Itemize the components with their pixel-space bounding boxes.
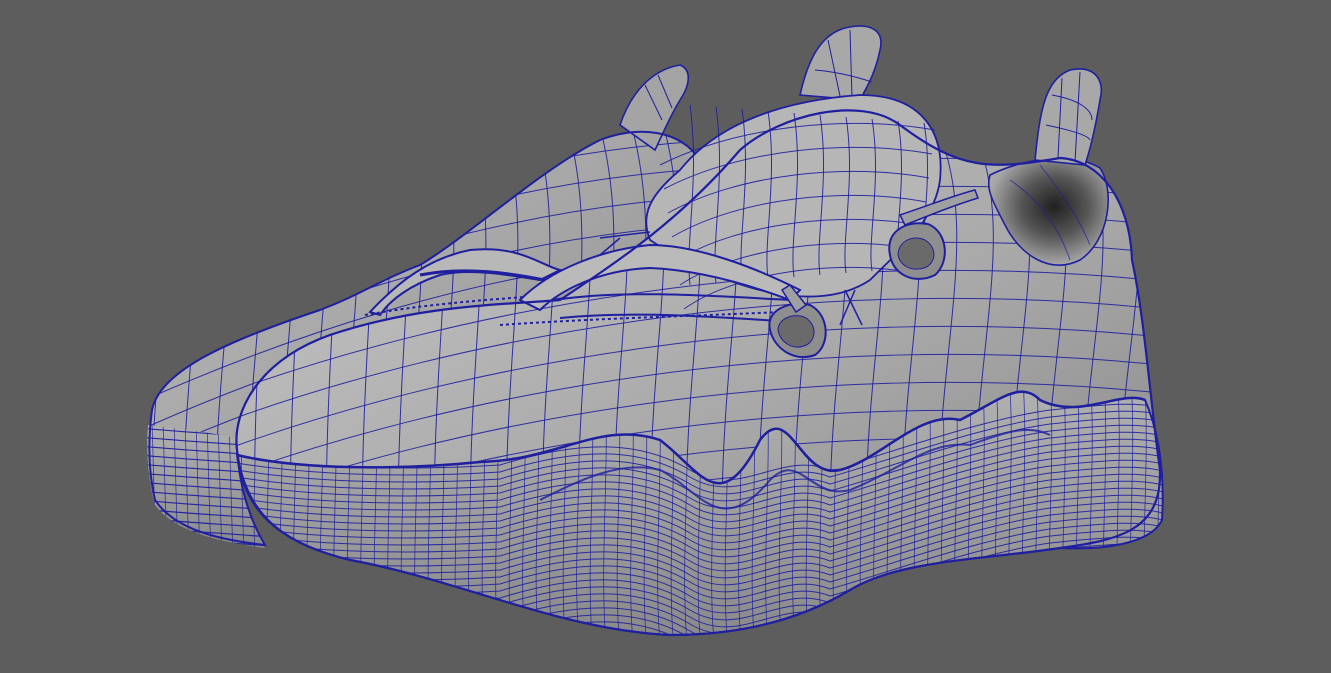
front-shoe[interactable] — [230, 25, 1176, 673]
tongue-pull-loop[interactable] — [799, 25, 882, 101]
scene-canvas[interactable] — [0, 0, 1331, 673]
wire-edge — [1171, 380, 1174, 650]
wire-edge — [147, 544, 265, 548]
wire-edge — [1149, 119, 1161, 635]
3d-viewport[interactable] — [0, 0, 1331, 673]
